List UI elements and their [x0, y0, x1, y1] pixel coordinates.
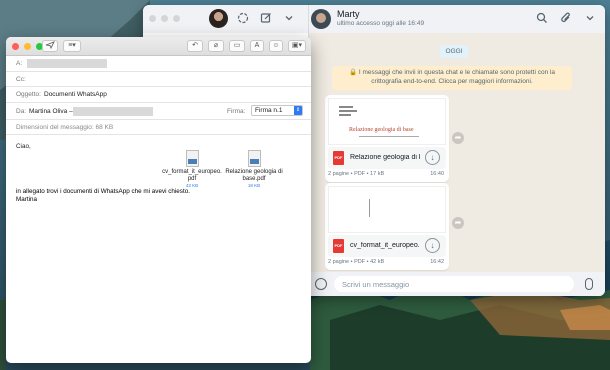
message-input[interactable] — [334, 276, 574, 292]
recipient-token[interactable] — [27, 59, 107, 68]
to-row[interactable]: A: — [6, 56, 311, 72]
download-icon[interactable]: ↓ — [425, 150, 440, 165]
cc-row[interactable]: Cc: — [6, 72, 311, 87]
from-label: Da: — [16, 107, 27, 115]
from-address[interactable] — [73, 106, 153, 116]
close-window-button[interactable] — [149, 15, 156, 22]
body-signature: Martina — [16, 196, 37, 204]
minimize-window-button[interactable] — [161, 15, 168, 22]
send-icon[interactable] — [42, 40, 58, 52]
menu-chevron-icon[interactable] — [282, 12, 296, 26]
document-preview[interactable] — [328, 186, 446, 233]
subject-row[interactable]: Oggetto: Documenti WhatsApp — [6, 87, 311, 103]
body-line: in allegato trovi i documenti di WhatsAp… — [16, 188, 190, 195]
document-info: 2 pagine • PDF • 17 kB — [328, 171, 385, 177]
mail-toolbar: ≡▾ ↶ ⌀ ▭ A ☺ ▣▾ — [6, 37, 311, 56]
window-controls — [149, 15, 180, 22]
signature-value: Firma n.1 — [255, 106, 283, 114]
subject-value[interactable]: Documenti WhatsApp — [44, 91, 107, 98]
document-name: cv_format_it_europeo.... — [350, 242, 420, 249]
status-icon[interactable] — [236, 12, 250, 26]
minimize-window-button[interactable] — [24, 43, 31, 50]
contact-name: Marty — [337, 9, 360, 19]
zoom-window-button[interactable] — [173, 15, 180, 22]
forward-icon[interactable]: ➦ — [452, 132, 464, 144]
document-name: Relazione geologia di b... — [350, 154, 420, 161]
paperclip-icon[interactable]: ⌀ — [208, 40, 224, 52]
message-size: Dimensioni del messaggio: 68 KB — [16, 123, 114, 131]
greeting: Ciao, — [16, 143, 31, 150]
attachment-name-cont: pdf — [187, 176, 197, 183]
from-row[interactable]: Da: Martina Oliva – Firma: Firma n.1 ⇕ — [6, 103, 311, 120]
attachment-relazione[interactable]: Relazione geologia di base.pdf 18 KB — [224, 150, 284, 189]
close-window-button[interactable] — [12, 43, 19, 50]
document-message[interactable]: Relazione geologia di base PDF Relazione… — [325, 95, 449, 182]
cc-label: Cc: — [16, 75, 26, 83]
attach-icon[interactable] — [559, 12, 573, 26]
attachment-cv[interactable]: cv_format_it_europeo. pdf 43 KB — [162, 150, 222, 189]
document-file-row[interactable]: PDF Relazione geologia di b... ↓ — [328, 147, 446, 169]
attachment-size: 18 KB — [247, 183, 261, 189]
photo-icon[interactable]: ▣▾ — [288, 40, 306, 52]
document-meta: 2 pagine • PDF • 42 kB 16:42 — [328, 259, 446, 267]
contact-avatar[interactable] — [311, 9, 331, 29]
emoji-icon[interactable] — [315, 278, 327, 290]
from-name[interactable]: Martina Oliva – — [29, 108, 73, 115]
document-meta: 2 pagine • PDF • 17 kB 16:40 — [328, 171, 446, 179]
signature-select[interactable]: Firma n.1 ⇕ — [251, 104, 303, 116]
mail-compose-window: ≡▾ ↶ ⌀ ▭ A ☺ ▣▾ A: Cc: Oggetto: Document… — [6, 37, 311, 363]
body-text[interactable]: in allegato trovi i documenti di WhatsAp… — [16, 188, 190, 204]
document-file-row[interactable]: PDF cv_format_it_europeo.... ↓ — [328, 235, 446, 257]
mic-icon[interactable] — [585, 278, 593, 290]
search-icon[interactable] — [535, 12, 549, 26]
pdf-file-icon — [247, 150, 261, 167]
size-row: Dimensioni del messaggio: 68 KB — [6, 120, 311, 135]
pdf-icon: PDF — [333, 151, 344, 165]
chat-header[interactable]: Marty ultimo accesso oggi alle 16:49 — [309, 5, 605, 33]
message-time: 16:40 — [430, 171, 444, 177]
attachment-name: Relazione geologia di — [225, 169, 283, 175]
preview-title: Relazione geologia di base — [349, 127, 414, 133]
list-icon[interactable]: ≡▾ — [63, 40, 81, 52]
font-icon[interactable]: A — [250, 40, 264, 52]
attachment-name: cv_format_it_europeo. — [162, 169, 222, 175]
reply-icon[interactable]: ↶ — [187, 40, 203, 52]
attachment-name-cont: base.pdf — [242, 176, 266, 183]
pdf-file-icon — [185, 150, 199, 167]
document-info: 2 pagine • PDF • 42 kB — [328, 259, 385, 265]
message-time: 16:42 — [430, 259, 444, 265]
chevron-updown-icon: ⇕ — [294, 105, 302, 115]
wa-sidebar-header — [143, 5, 309, 33]
contact-last-seen: ultimo accesso oggi alle 16:49 — [337, 20, 425, 27]
forward-icon[interactable]: ➦ — [452, 217, 464, 229]
attachment-icon[interactable]: ▭ — [229, 40, 245, 52]
chat-menu-chevron-icon[interactable] — [583, 12, 597, 26]
pdf-icon: PDF — [333, 239, 344, 253]
encryption-notice[interactable]: 🔒 I messaggi che invii in questa chat e … — [332, 66, 572, 90]
day-chip: OGGI — [439, 45, 469, 58]
mail-body[interactable]: Ciao, — [6, 135, 311, 151]
emoji-icon[interactable]: ☺ — [269, 40, 283, 52]
download-icon[interactable]: ↓ — [425, 238, 440, 253]
my-avatar[interactable] — [209, 9, 228, 28]
subject-label: Oggetto: — [16, 91, 41, 98]
signature-label: Firma: — [227, 107, 246, 115]
window-controls — [12, 43, 43, 50]
document-message[interactable]: PDF cv_format_it_europeo.... ↓ 2 pagine … — [325, 183, 449, 270]
compose-bar — [309, 272, 605, 296]
to-label: A: — [16, 60, 23, 67]
new-chat-icon[interactable] — [259, 12, 273, 26]
chat-body: OGGI 🔒 I messaggi che invii in questa ch… — [309, 33, 605, 272]
document-preview[interactable]: Relazione geologia di base — [328, 98, 446, 145]
